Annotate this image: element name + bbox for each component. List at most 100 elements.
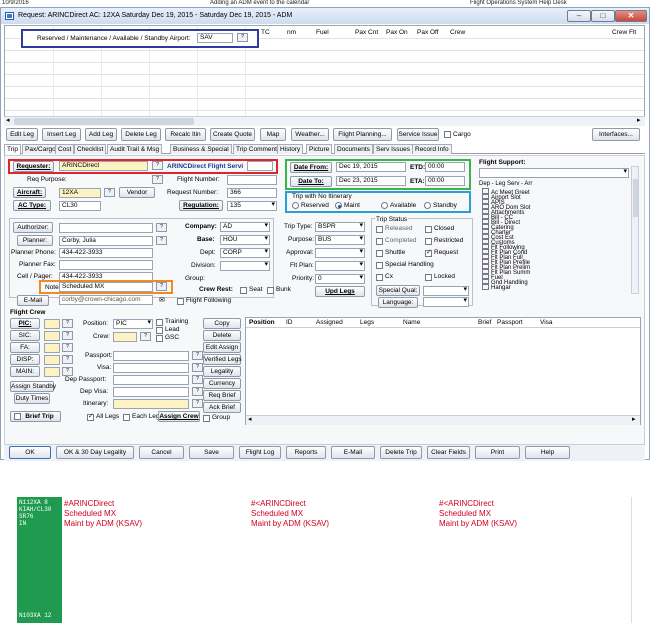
tab-picture[interactable]: Picture [306,144,333,154]
date-from-input[interactable]: Dec 19, 2015 [336,162,406,172]
cancel-button[interactable]: Cancel [139,446,184,459]
print-button[interactable]: Print [475,446,520,459]
approval-select[interactable] [315,248,365,258]
crew-input[interactable] [113,332,137,342]
crew-scroll-right-icon[interactable]: ▸ [632,415,636,423]
language-select[interactable] [423,297,469,307]
edit-assign-button[interactable]: Edit Assign [203,342,241,353]
pic-button[interactable]: PIC: [10,318,40,329]
authorizer-button[interactable]: Authorizer: [13,222,53,233]
email-input[interactable]: corby@crown-chicago.com [59,295,153,305]
ok-button[interactable]: OK [9,446,51,459]
planner-button[interactable]: Planner: [17,235,53,246]
maximize-button[interactable]: □ [591,10,615,22]
brief-trip-checkbox[interactable] [14,413,21,420]
shuttle-checkbox[interactable] [376,250,383,257]
available-radio[interactable] [381,202,388,209]
airport-input[interactable]: SAV [197,33,233,43]
dep-visa-input[interactable] [113,387,189,397]
schedule-cell[interactable]: #ARINCDirect Scheduled MX Maint by ADM (… [62,497,256,623]
position-select[interactable]: PIC [113,319,153,329]
requester-lookup-button[interactable]: ? [152,161,163,170]
tab-cost[interactable]: Cost [55,144,75,154]
request-number-input[interactable]: 366 [227,188,277,198]
gsc-checkbox[interactable] [156,335,163,342]
tab-audit-trail[interactable]: Audit Trail & Msg [107,144,163,154]
lead-checkbox[interactable] [156,327,163,334]
etd-input[interactable]: 00:00 [425,162,465,172]
cargo-checkbox[interactable] [444,131,451,138]
priority-select[interactable]: 0 [315,274,365,284]
flight-planning-button[interactable]: Flight Planning... [333,128,392,141]
leg-grid[interactable]: TC nm Fuel Pax Cnt Pax On Pax Off Crew C… [4,25,645,126]
currency-button[interactable]: Currency [203,378,241,389]
flight-support-list[interactable]: Ac Meet Greet Airport Slot APIS ARO Dom … [479,188,629,292]
disp-input[interactable] [44,355,60,365]
fa-lookup-button[interactable]: ? [62,343,73,352]
requester-input[interactable]: ARINCDirect [59,161,148,171]
insert-leg-button[interactable]: Insert Leg [42,128,81,141]
ok-30-day-legality-button[interactable]: OK & 30 Day Legality [56,446,134,459]
schedule-cell[interactable]: #<ARINCDirect Scheduled MX Maint by ADM … [437,497,632,623]
pic-input[interactable] [44,319,60,329]
visa-lookup-button[interactable]: ? [192,363,203,372]
recalc-itin-button[interactable]: Recalc Itin [165,128,206,141]
closed-checkbox[interactable] [425,226,432,233]
flight-log-button[interactable]: Flight Log [239,446,281,459]
crew-table[interactable]: Position ID Assigned Legs Name Brief Pas… [245,317,641,425]
upd-legs-button[interactable]: Upd Legs [315,286,365,297]
req-brief-button[interactable]: Req Brief [203,390,241,401]
restricted-checkbox[interactable] [425,238,432,245]
crew-table-scrollbar[interactable]: ◂ ▸ [246,415,640,425]
dep-visa-lookup-button[interactable]: ? [192,387,203,396]
help-button[interactable]: Help [525,446,570,459]
eta-input[interactable]: 00:00 [425,176,465,186]
create-quote-button[interactable]: Create Quote [210,128,255,141]
crew-scroll-left-icon[interactable]: ◂ [248,415,252,423]
tab-trip[interactable]: Trip [4,144,21,155]
grid-scrollbar[interactable]: ◂ ▸ [4,116,645,126]
interfaces-button[interactable]: Interfaces... [592,128,640,141]
reports-button[interactable]: Reports [286,446,326,459]
tab-business-special[interactable]: Business & Special [170,144,232,154]
fa-button[interactable]: FA: [10,342,40,353]
tab-serv-issues[interactable]: Serv Issues [373,144,413,154]
authorizer-input[interactable] [59,223,153,233]
training-checkbox[interactable] [156,319,163,326]
ac-type-input[interactable]: CL30 [59,201,101,211]
disp-lookup-button[interactable]: ? [62,355,73,364]
note-lookup-button[interactable]: ? [156,282,167,291]
main-button[interactable]: MAIN: [10,366,40,377]
dep-passport-input[interactable] [113,375,189,385]
verified-legs-button[interactable]: Verified Legs [203,354,242,365]
language-button[interactable]: Language: [378,297,418,308]
note-input[interactable]: Scheduled MX [59,282,153,292]
reserved-radio[interactable] [292,202,299,209]
scroll-thumb[interactable] [14,118,194,125]
special-handling-checkbox[interactable] [376,262,383,269]
flt-plan-select[interactable] [315,261,365,271]
planner-input[interactable]: Corby, Julia [59,236,153,246]
planner-phone-input[interactable]: 434-422-3933 [59,248,153,258]
scroll-left-icon[interactable]: ◂ [6,116,10,124]
email-envelope-icon[interactable]: ✉ [159,296,165,304]
aircraft-button[interactable]: Aircraft: [13,187,46,198]
legality-button[interactable]: Legality [203,366,241,377]
edit-leg-button[interactable]: Edit Leg [6,128,38,141]
dept-select[interactable]: CORP [220,248,270,258]
tab-trip-comment[interactable]: Trip Comment [233,144,280,154]
each-leg-checkbox[interactable] [123,414,130,421]
fs-item[interactable]: Hangar [482,283,511,291]
company-select[interactable]: AD [220,222,270,232]
released-checkbox[interactable] [376,226,383,233]
tab-history[interactable]: History [277,144,304,154]
request-checkbox[interactable] [425,248,432,257]
aircraft-lookup-button[interactable]: ? [104,188,115,197]
clear-fields-button[interactable]: Clear Fields [427,446,470,459]
fa-input[interactable] [44,343,60,353]
flight-support-scroll-thumb[interactable] [633,179,638,217]
maint-radio[interactable] [335,202,342,209]
bunk-checkbox[interactable] [267,287,274,294]
pic-lookup-button[interactable]: ? [62,319,73,328]
tab-pax-cargo[interactable]: Pax/Cargo [22,144,59,154]
